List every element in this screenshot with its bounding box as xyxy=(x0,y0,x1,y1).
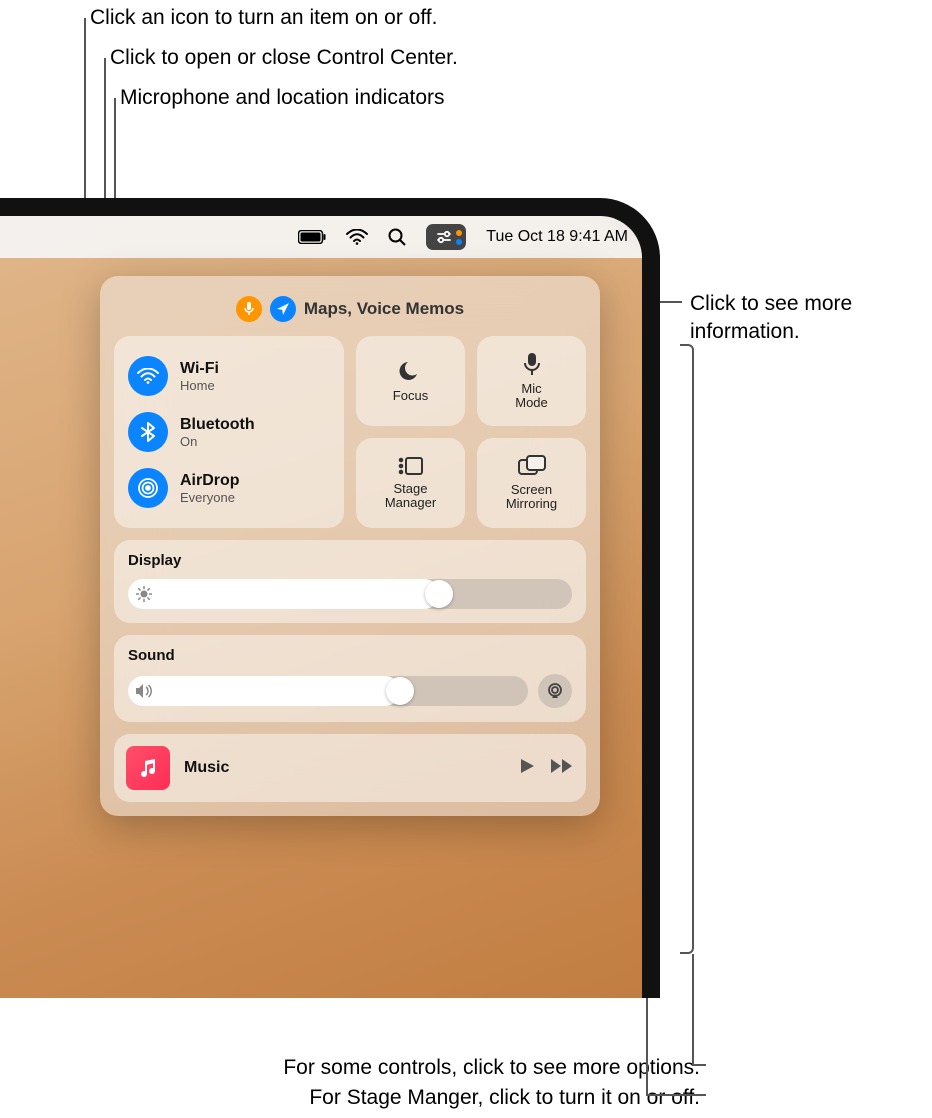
callout-toggle: Click an icon to turn an item on or off. xyxy=(90,4,437,32)
now-playing-title: Music xyxy=(184,759,504,777)
location-indicator-icon xyxy=(270,296,296,322)
stage-manager-label: StageManager xyxy=(385,482,436,511)
focus-label: Focus xyxy=(393,389,428,403)
callout-stage-manager-toggle: For Stage Manger, click to turn it on or… xyxy=(309,1084,700,1112)
stage-manager-icon xyxy=(398,456,424,476)
callout-more-info: Click to see moreinformation. xyxy=(690,290,852,347)
menubar-datetime[interactable]: Tue Oct 18 9:41 AM xyxy=(486,228,628,246)
callout-more-options: For some controls, click to see more opt… xyxy=(283,1054,700,1082)
privacy-apps-row[interactable]: Maps, Voice Memos xyxy=(114,290,586,336)
airplay-icon xyxy=(546,683,564,699)
mic-mode-button[interactable]: MicMode xyxy=(477,336,586,426)
control-center-panel: Maps, Voice Memos Wi-Fi Home xyxy=(100,276,600,816)
airdrop-toggle-icon[interactable] xyxy=(128,468,168,508)
microphone-indicator-icon xyxy=(236,296,262,322)
wifi-title: Wi-Fi xyxy=(180,360,219,378)
callout-open-close: Click to open or close Control Center. xyxy=(110,44,458,72)
music-app-icon xyxy=(126,746,170,790)
display-title: Display xyxy=(128,552,572,569)
device-frame: Tue Oct 18 9:41 AM Maps, Voice Memos Wi xyxy=(0,198,660,998)
wifi-toggle-icon[interactable] xyxy=(128,356,168,396)
moon-icon xyxy=(399,359,423,383)
screen-mirroring-icon xyxy=(518,455,546,477)
airdrop-title: AirDrop xyxy=(180,472,240,490)
wifi-icon[interactable] xyxy=(346,229,368,245)
brightness-icon xyxy=(136,586,152,602)
airdrop-status: Everyone xyxy=(180,490,240,505)
screen-mirroring-button[interactable]: ScreenMirroring xyxy=(477,438,586,528)
sound-card[interactable]: Sound xyxy=(114,635,586,722)
menubar: Tue Oct 18 9:41 AM xyxy=(0,216,642,258)
focus-button[interactable]: Focus xyxy=(356,336,465,426)
bluetooth-toggle-icon[interactable] xyxy=(128,412,168,452)
wifi-status: Home xyxy=(180,378,219,393)
mic-mode-label: MicMode xyxy=(515,382,548,411)
screen-mirroring-label: ScreenMirroring xyxy=(506,483,557,512)
now-playing-card[interactable]: Music xyxy=(114,734,586,802)
airplay-audio-button[interactable] xyxy=(538,674,572,708)
microphone-icon xyxy=(523,352,541,376)
play-button[interactable] xyxy=(518,757,536,780)
bluetooth-status: On xyxy=(180,434,255,449)
sound-title: Sound xyxy=(128,647,572,664)
sound-slider[interactable] xyxy=(128,676,528,706)
bluetooth-row[interactable]: Bluetooth On xyxy=(126,404,332,460)
spotlight-icon[interactable] xyxy=(388,228,406,246)
privacy-apps-label: Maps, Voice Memos xyxy=(304,299,464,319)
display-card[interactable]: Display xyxy=(114,540,586,623)
connectivity-card[interactable]: Wi-Fi Home Bluetooth On xyxy=(114,336,344,528)
battery-icon[interactable] xyxy=(298,230,326,244)
display-slider[interactable] xyxy=(128,579,572,609)
next-track-button[interactable] xyxy=(550,757,574,780)
callout-indicators: Microphone and location indicators xyxy=(120,84,445,112)
airdrop-row[interactable]: AirDrop Everyone xyxy=(126,460,332,516)
wifi-row[interactable]: Wi-Fi Home xyxy=(126,348,332,404)
bluetooth-title: Bluetooth xyxy=(180,416,255,434)
control-center-icon[interactable] xyxy=(426,224,466,250)
privacy-indicator-dots xyxy=(456,230,462,245)
stage-manager-button[interactable]: StageManager xyxy=(356,438,465,528)
speaker-icon xyxy=(136,684,154,698)
